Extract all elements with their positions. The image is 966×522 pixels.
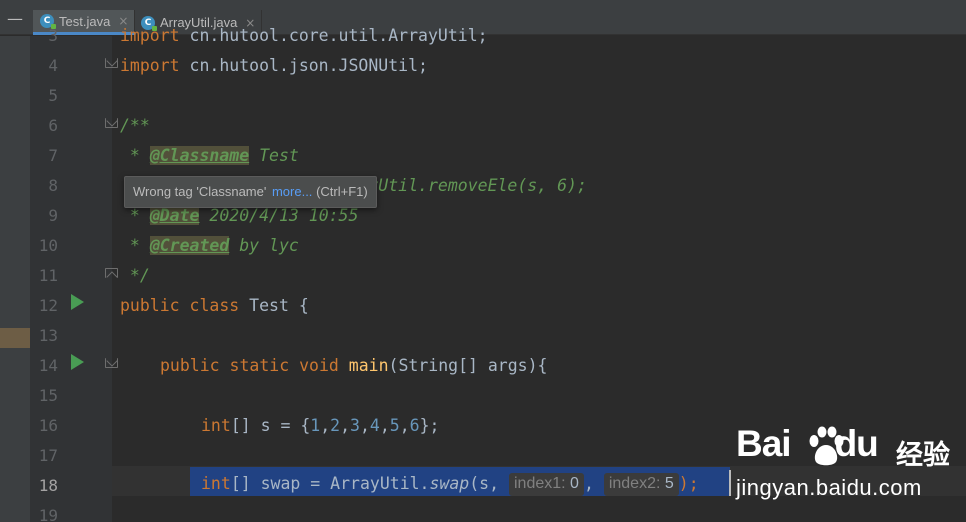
line-number: 5	[48, 86, 58, 105]
code-line-6: /**	[120, 116, 150, 135]
line-number: 11	[38, 266, 58, 285]
tooltip-text: Wrong tag 'Classname'	[133, 184, 267, 199]
code-line-3: import cn.hutool.core.util.ArrayUtil;	[120, 26, 488, 45]
line-number: 6	[48, 116, 58, 135]
param-hint-index1: index1: 0	[509, 473, 584, 496]
line-number: 9	[48, 206, 58, 225]
watermark-cn: 经验	[896, 440, 950, 471]
code-line-10: * @Created by lyc	[120, 236, 299, 255]
text-caret	[729, 470, 731, 496]
line-number: 13	[38, 326, 58, 345]
tooltip-shortcut: (Ctrl+F1)	[316, 184, 368, 199]
code-line-16: int[] s = {1,2,3,4,5,6};	[201, 416, 440, 435]
line-number: 8	[48, 176, 58, 195]
code-line-4: import cn.hutool.json.JSONUtil;	[120, 56, 428, 75]
code-line-11: */	[120, 266, 150, 285]
run-class-icon[interactable]	[71, 294, 84, 310]
line-number: 7	[48, 146, 58, 165]
line-number: 12	[38, 296, 58, 315]
code-line-7: * @Classname Test	[120, 146, 299, 165]
param-hint-index2: index2: 5	[603, 473, 679, 496]
tooltip-more-link[interactable]: more...	[272, 184, 312, 199]
line-number: 10	[38, 236, 58, 255]
baidu-watermark: Bai du 经验 jingyan.baidu.com	[736, 423, 956, 508]
inspection-tooltip: Wrong tag 'Classname' more... (Ctrl+F1)	[124, 176, 377, 208]
line-number: 4	[48, 56, 58, 75]
line-number: 19	[38, 506, 58, 522]
line-number: 3	[48, 26, 58, 45]
line-number: 15	[38, 386, 58, 405]
line-number: 14	[38, 356, 58, 375]
tab-label: Test.java	[59, 13, 111, 29]
tool-window-strip	[0, 36, 30, 522]
code-line-12: public class Test {	[120, 296, 309, 315]
line-number: 18	[38, 476, 58, 495]
collapse-panel-button[interactable]: —	[0, 9, 30, 31]
code-line-18: int[] swap = ArrayUtil.swap(s, index1: 0…	[201, 469, 699, 499]
line-number: 17	[38, 446, 58, 465]
doc-tag-classname: @Classname	[149, 146, 250, 165]
watermark-url: jingyan.baidu.com	[736, 475, 922, 500]
code-line-14: public static void main(String[] args){	[160, 356, 548, 375]
paw-icon	[809, 426, 844, 466]
run-main-icon[interactable]	[71, 354, 84, 370]
line-number: 16	[38, 416, 58, 435]
bookmark-marker	[0, 328, 30, 348]
